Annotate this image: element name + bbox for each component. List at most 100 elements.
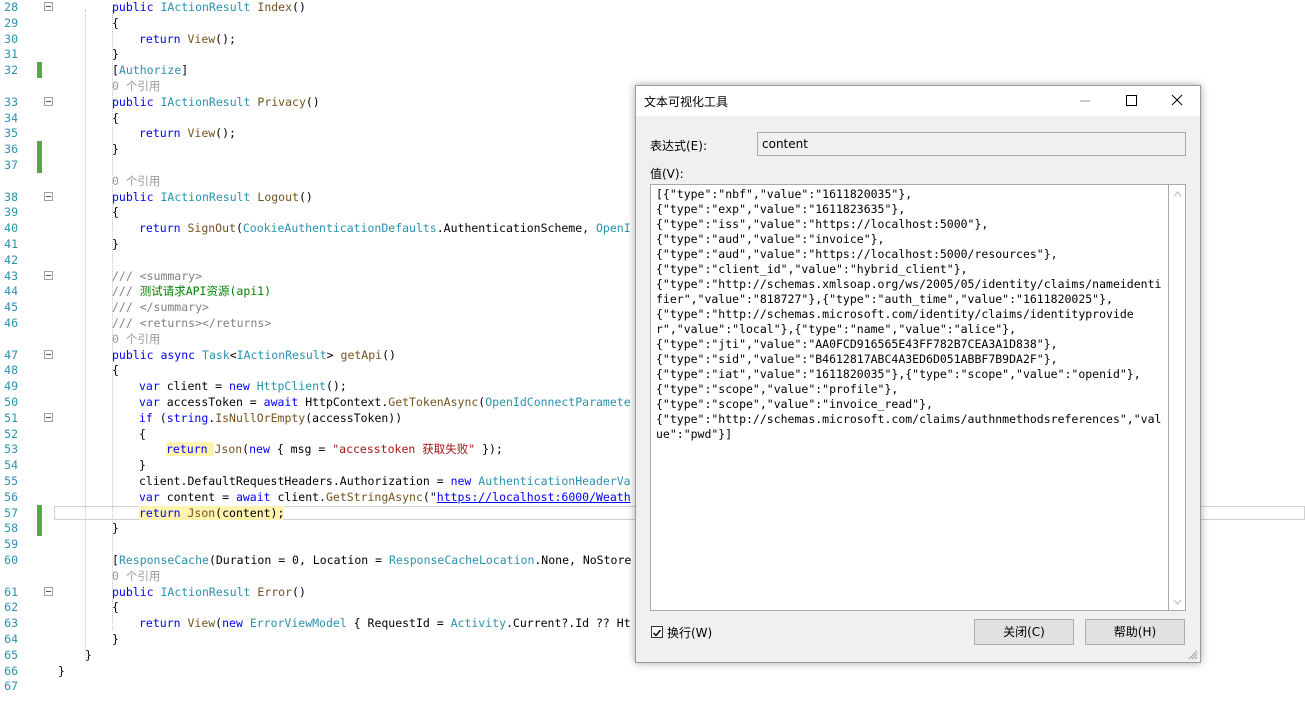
code-token: IActionResult xyxy=(160,94,258,109)
code-token: [ xyxy=(112,63,119,78)
line-number: 59 xyxy=(4,537,18,552)
expression-field[interactable]: content xyxy=(757,132,1186,156)
dialog-title: 文本可视化工具 xyxy=(644,95,729,109)
collapse-icon[interactable] xyxy=(44,412,53,422)
line-number: 31 xyxy=(4,47,18,62)
code-text: if (string.IsNullOrEmpty(accessToken)) xyxy=(139,410,402,426)
code-token: new xyxy=(222,616,250,631)
code-text: } xyxy=(85,647,92,663)
collapse-icon[interactable] xyxy=(44,191,53,201)
code-token: if xyxy=(139,410,160,425)
code-token: ( xyxy=(159,410,167,425)
scroll-down-icon[interactable] xyxy=(1173,599,1182,605)
code-line[interactable]: 29 { xyxy=(0,15,1305,31)
wrap-checkbox[interactable] xyxy=(651,626,663,638)
code-line[interactable]: 30 return View(); xyxy=(0,31,1305,47)
code-token: { xyxy=(112,15,119,30)
collapse-icon[interactable] xyxy=(44,2,53,11)
code-token: IActionResult xyxy=(160,584,258,599)
code-token: } xyxy=(112,632,119,646)
code-token: { xyxy=(112,205,119,220)
code-token: return xyxy=(166,442,215,457)
expression-label: 表达式(E): xyxy=(650,139,707,153)
code-line[interactable]: 66} xyxy=(0,663,1305,679)
code-text: return Json(new { msg = "accesstoken 获取失… xyxy=(166,441,503,457)
code-token: HttpContext. xyxy=(305,395,389,409)
line-number: 35 xyxy=(4,126,18,141)
close-button[interactable]: 关闭(C) xyxy=(974,619,1074,645)
wrap-label[interactable]: 换行(W) xyxy=(667,624,712,641)
code-text: { xyxy=(112,204,119,220)
code-token: getApi xyxy=(340,347,383,362)
code-text: 0 个引用 xyxy=(112,568,160,584)
code-token: () xyxy=(298,189,313,204)
line-number: 45 xyxy=(4,300,18,315)
code-token: await xyxy=(263,395,306,409)
help-button[interactable]: 帮助(H) xyxy=(1085,619,1185,645)
code-token: }); xyxy=(475,442,503,457)
code-token: ResponseCache xyxy=(118,553,209,567)
code-text: } xyxy=(112,46,119,62)
code-text: /// 测试请求API资源(api1) xyxy=(112,283,271,299)
code-token: () xyxy=(292,584,306,599)
code-token: public xyxy=(112,0,161,14)
code-token: /// xyxy=(112,284,140,299)
code-token: { xyxy=(139,426,146,441)
maximize-button[interactable] xyxy=(1108,86,1154,116)
line-number: 54 xyxy=(4,458,18,473)
code-token: > xyxy=(326,347,341,362)
line-number: 50 xyxy=(4,395,18,409)
code-text: { xyxy=(112,599,119,615)
code-token: GetStringAsync xyxy=(325,489,423,504)
collapse-icon[interactable] xyxy=(44,96,53,106)
code-token: .None, NoStore xyxy=(534,553,632,567)
code-text: public async Task<IActionResult> getApi(… xyxy=(112,347,396,363)
code-line[interactable]: 31} xyxy=(0,46,1305,62)
code-token: var xyxy=(139,379,167,394)
code-token: Task xyxy=(202,347,230,362)
code-token: [ xyxy=(112,553,119,567)
line-number: 49 xyxy=(4,379,18,394)
code-token: client = xyxy=(166,379,230,394)
code-token: Privacy xyxy=(257,94,306,109)
collapse-icon[interactable] xyxy=(44,586,53,596)
code-token: CookieAuthenticationDefaults xyxy=(242,221,437,236)
value-scrollbar[interactable] xyxy=(1169,184,1186,611)
code-token: } xyxy=(112,47,119,62)
code-token: ] xyxy=(181,63,189,78)
code-token: OpenI xyxy=(596,221,631,236)
code-line[interactable]: 67 xyxy=(0,678,1305,694)
code-text: return SignOut(CookieAuthenticationDefau… xyxy=(139,220,631,236)
collapse-icon[interactable] xyxy=(44,270,53,280)
close-window-button[interactable] xyxy=(1154,86,1200,116)
line-number: 37 xyxy=(4,158,18,172)
maximize-icon xyxy=(1126,95,1137,106)
line-number: 62 xyxy=(4,600,18,615)
code-line[interactable]: 28 public IActionResult Index() xyxy=(0,0,1305,15)
resize-grip-icon[interactable] xyxy=(1188,650,1198,660)
value-textbox[interactable]: [{"type":"nbf","value":"1611820035"}, {"… xyxy=(650,184,1169,611)
line-number: 55 xyxy=(4,474,18,488)
code-text: var client = new HttpClient(); xyxy=(139,378,347,394)
checkmark-icon xyxy=(653,629,662,637)
dialog-title-bar[interactable]: 文本可视化工具 xyxy=(636,86,1200,116)
code-token: "accesstoken 获取失败" xyxy=(332,442,476,457)
code-token: () xyxy=(305,94,320,109)
minimize-icon xyxy=(1080,100,1090,102)
code-token: (" xyxy=(422,489,437,504)
minimize-button[interactable] xyxy=(1062,86,1108,116)
code-text: var accessToken = await HttpContext.GetT… xyxy=(139,394,631,410)
code-token: } xyxy=(112,521,119,536)
code-line[interactable]: 32 [Authorize] xyxy=(0,62,1305,79)
code-token: Error xyxy=(257,584,293,599)
code-token: IsNullOrEmpty xyxy=(215,410,306,425)
scroll-up-icon[interactable] xyxy=(1173,191,1182,197)
code-token: AuthenticationHeaderVa xyxy=(478,474,631,488)
code-token: /// <returns></returns> xyxy=(112,316,272,330)
collapse-icon[interactable] xyxy=(44,349,53,359)
line-number: 47 xyxy=(4,347,18,362)
line-number: 42 xyxy=(4,252,18,267)
code-text: [Authorize] xyxy=(112,62,188,78)
line-number: 64 xyxy=(4,632,18,646)
code-token: return xyxy=(139,221,188,236)
